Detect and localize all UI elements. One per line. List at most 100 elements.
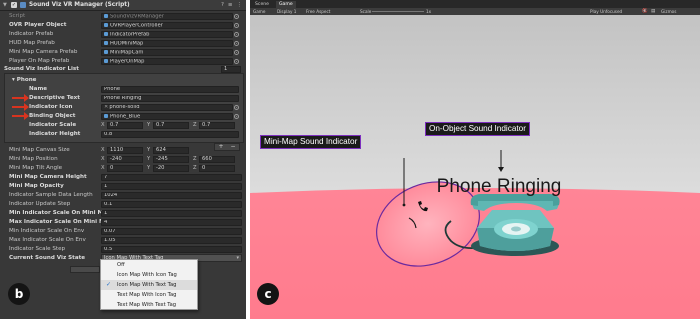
settings-row: Mini Map Position X -240 Y -245 Z 660 [0, 155, 246, 164]
setting-value-field[interactable]: 0.1 [101, 201, 242, 208]
setting-label: Max Indicator Scale On Mini Map [9, 219, 113, 225]
dropdown-option-selected[interactable]: ✓ Icon Map With Text Tag [101, 280, 197, 290]
indicator-height-field[interactable]: 0.8 [101, 131, 239, 138]
setting-value-field[interactable]: 1 [101, 183, 242, 190]
element-height-row: Indicator Height 0.8 [0, 130, 246, 139]
setting-value-field[interactable]: 1.05 [101, 237, 242, 244]
setting-label: Max Indicator Scale On Env [9, 237, 86, 243]
settings-row: Mini Map Canvas Size X 1110 Y 624 [0, 146, 246, 155]
setting-label: Mini Map Tilt Angle [9, 165, 63, 171]
setting-label: Indicator Sample Data Length [9, 192, 93, 198]
dropdown-option[interactable]: Text Map With Text Tag [101, 300, 197, 310]
more-icon[interactable]: ⋮ [237, 2, 243, 8]
binding-object-field[interactable]: Phone_Blue [101, 113, 233, 120]
setting-label: Min Indicator Scale On Mini Map [9, 210, 111, 216]
element-scale-row: Indicator Scale X 0.7 Y 0.7 Z 0.7 [0, 121, 246, 130]
game-scene: Phone Ringing [250, 15, 700, 319]
object-picker-icon[interactable] [234, 114, 239, 119]
play-mode-dropdown[interactable]: Play Unfocused [590, 8, 622, 15]
panel-label-b: b [8, 283, 30, 305]
name-field[interactable]: Phone [101, 86, 239, 93]
gizmos-dropdown[interactable]: Gizmos [661, 8, 676, 15]
ovr-player-object-field[interactable]: OVRPlayerController [101, 22, 233, 29]
annotation-arrow-icon [12, 112, 29, 120]
minimap-indicator-callout: Mini-Map Sound Indicator [260, 135, 362, 149]
dropdown-option[interactable]: Text Map With Icon Tag [101, 290, 197, 300]
settings-row: Mini Map Opacity 1 [0, 182, 246, 191]
dropdown-option[interactable]: Icon Map With Icon Tag [101, 270, 197, 280]
setting-label: Mini Map Canvas Size [9, 147, 70, 153]
enabled-checkbox[interactable]: ✓ [11, 2, 17, 8]
element-desc-row: Descriptive Text Phone Ringing [0, 94, 246, 103]
mini-map-camera-prefab-field[interactable]: MiniMapCam [101, 49, 233, 56]
player-on-map-prefab-field[interactable]: PlayerOnMap [101, 58, 233, 65]
setting-value-field[interactable]: 1024 [101, 192, 242, 199]
add-component-button[interactable] [70, 266, 100, 273]
object-picker-icon[interactable] [234, 41, 239, 46]
mute-icon[interactable]: 🔇 [642, 8, 648, 15]
binding-label: Binding Object [29, 113, 76, 119]
indicator-prefab-row: Indicator Prefab IndicatorPrefab [0, 30, 246, 39]
annotation-arrow-icon [12, 94, 29, 102]
indicator-prefab-field[interactable]: IndicatorPrefab [101, 31, 233, 38]
indicator-icon-field[interactable]: ✕phone-solid [101, 104, 233, 111]
desc-label: Descriptive Text [29, 95, 80, 101]
object-picker-icon[interactable] [234, 23, 239, 28]
object-picker-icon[interactable] [234, 50, 239, 55]
setting-label: Indicator Scale Step [9, 246, 66, 252]
chevron-down-icon: ▾ [236, 255, 239, 261]
list-count-field[interactable]: 1 [221, 66, 241, 73]
settings-row: Indicator Scale Step 0.5 [0, 245, 246, 254]
setting-value-field[interactable]: 1 [101, 210, 242, 217]
scale-slider[interactable] [372, 11, 424, 12]
foldout-arrow-icon[interactable]: ▼ [3, 2, 7, 8]
view-tabbar: Scene Game [250, 0, 700, 8]
panel-label-c: c [257, 283, 279, 305]
display-dropdown[interactable]: Display 1 [277, 8, 296, 15]
element-name-row: Name Phone [0, 85, 246, 94]
component-title: Sound Viz VR Manager (Script) [29, 2, 130, 8]
field-label: HUD Map Prefab [9, 40, 55, 46]
inspector-panel: ▼ ✓ Sound Viz VR Manager (Script) ? ≡ ⋮ … [0, 0, 246, 319]
help-icon[interactable]: ? [221, 2, 224, 8]
dropdown-option[interactable]: Off [101, 260, 197, 270]
field-label: Indicator Prefab [9, 31, 54, 37]
object-picker-icon [234, 14, 239, 19]
field-label: OVR Player Object [9, 22, 67, 28]
setting-value-field[interactable]: 0.5 [101, 246, 242, 253]
element-foldout-label: ▾ Phone [12, 77, 37, 83]
setting-value-field[interactable]: 4 [101, 219, 242, 226]
setting-label: Mini Map Position [9, 156, 58, 162]
state-dropdown-menu: Off Icon Map With Icon Tag ✓ Icon Map Wit… [100, 259, 198, 310]
name-label: Name [29, 86, 48, 92]
settings-row: Min Indicator Scale On Mini Map 1 [0, 209, 246, 218]
aspect-dropdown[interactable]: Free Aspect [306, 8, 330, 15]
scale-value: 1x [426, 9, 432, 14]
object-picker-icon[interactable] [234, 59, 239, 64]
settings-row: Min Indicator Scale On Env 0.07 [0, 227, 246, 236]
hud-map-prefab-field[interactable]: HUDMiniMap [101, 40, 233, 47]
settings-row: Max Indicator Scale On Env 1.05 [0, 236, 246, 245]
descriptive-text-field[interactable]: Phone Ringing [101, 95, 239, 102]
settings-row: Indicator Update Step 0.1 [0, 200, 246, 209]
onobject-indicator-callout: On-Object Sound Indicator [425, 122, 530, 136]
component-header[interactable]: ▼ ✓ Sound Viz VR Manager (Script) ? ≡ ⋮ [0, 0, 246, 11]
preset-icon[interactable]: ≡ [228, 2, 233, 8]
list-element-foldout[interactable]: ▾ Phone [0, 76, 246, 85]
game-view-panel: Scene Game Game Display 1 Free Aspect Sc… [250, 0, 700, 319]
setting-label: Min Indicator Scale On Env [9, 228, 85, 234]
element-icon-row: Indicator Icon ✕phone-solid [0, 103, 246, 112]
game-mode-dropdown[interactable]: Game [253, 8, 265, 15]
stats-icon[interactable]: ▤ [651, 8, 655, 15]
annotation-arrow-icon [12, 103, 29, 111]
setting-value-field[interactable]: 7 [101, 174, 242, 181]
settings-row: Mini Map Camera Height 7 [0, 173, 246, 182]
element-binding-row: Binding Object Phone_Blue [0, 112, 246, 121]
tab-scene[interactable]: Scene [252, 1, 272, 8]
tab-game[interactable]: Game [276, 1, 296, 8]
settings-row: Mini Map Tilt Angle X0 Y -20 Z0 [0, 164, 246, 173]
object-picker-icon[interactable] [234, 105, 239, 110]
setting-value-field[interactable]: 0.07 [101, 228, 242, 235]
object-picker-icon[interactable] [234, 32, 239, 37]
scale-label: Indicator Scale [29, 122, 77, 128]
